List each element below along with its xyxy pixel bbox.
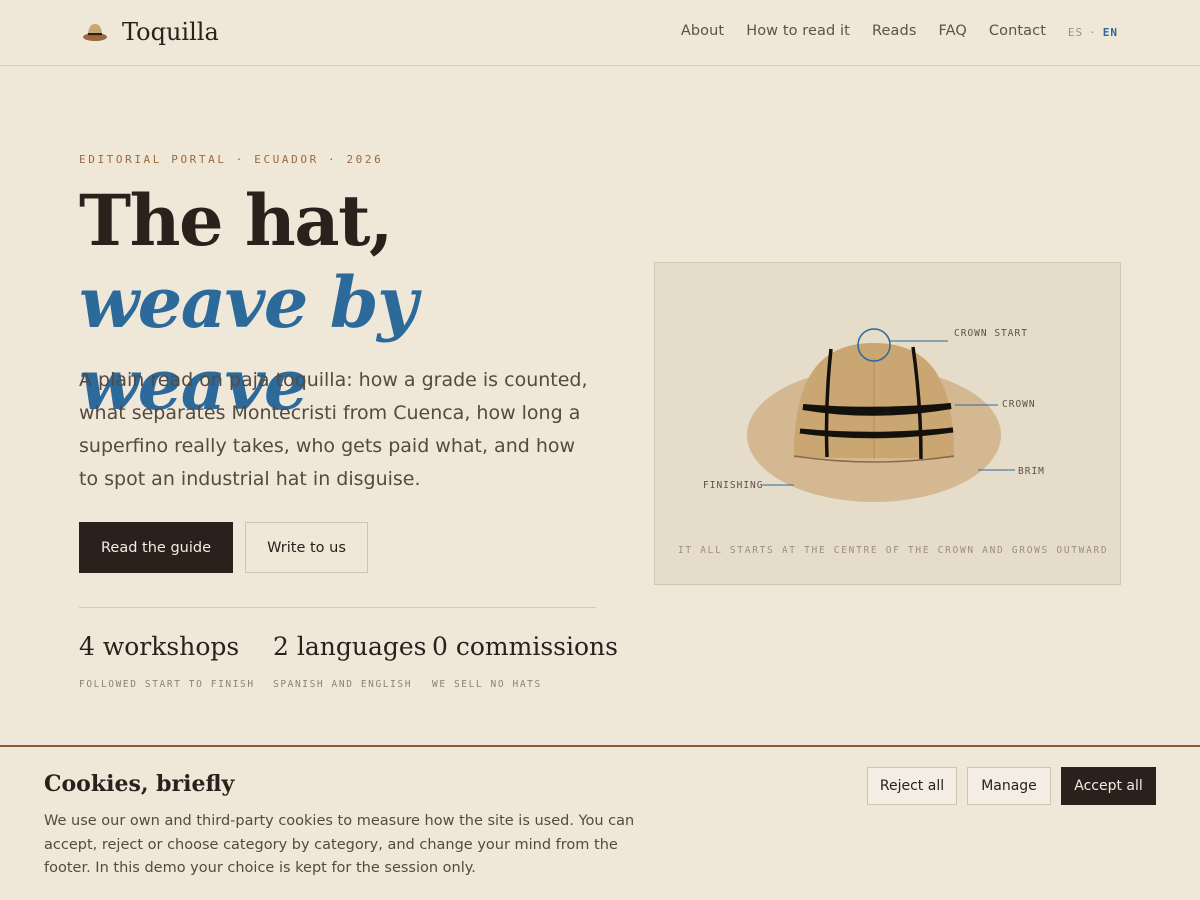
nav-faq[interactable]: FAQ — [938, 23, 966, 39]
site-header: Toquilla About How to read it Reads FAQ … — [0, 0, 1200, 66]
hat-icon — [83, 24, 107, 41]
hat-diagram: CROWN START CROWN BRIM FINISHING IT ALL … — [654, 262, 1121, 585]
read-guide-button[interactable]: Read the guide — [79, 522, 233, 573]
brand-logo-link[interactable]: Toquilla — [82, 18, 219, 46]
stat-languages: 2 languages SPANISH AND ENGLISH — [273, 632, 427, 690]
accept-all-button[interactable]: Accept all — [1061, 767, 1156, 805]
stat-commissions: 0 commissions WE SELL NO HATS — [432, 632, 618, 690]
hero-divider — [79, 607, 596, 608]
label-brim: BRIM — [1018, 466, 1045, 477]
stat-value: 2 languages — [273, 632, 427, 661]
main-nav: About How to read it Reads FAQ Contact — [659, 23, 1046, 39]
nav-about[interactable]: About — [681, 23, 724, 39]
stat-value: 4 workshops — [79, 632, 240, 661]
lang-separator: · — [1089, 26, 1097, 39]
hat-illustration — [747, 328, 1015, 502]
label-finishing: FINISHING — [703, 480, 764, 491]
reject-all-button[interactable]: Reject all — [867, 767, 957, 805]
cookie-banner: Cookies, briefly We use our own and thir… — [0, 745, 1200, 900]
nav-contact[interactable]: Contact — [989, 23, 1046, 39]
hero-eyebrow: EDITORIAL PORTAL · ECUADOR · 2026 — [79, 153, 384, 166]
headline-plain: The hat, — [79, 179, 393, 262]
manage-cookies-button[interactable]: Manage — [967, 767, 1051, 805]
hero-lede: A plain read on paja toquilla: how a gra… — [79, 369, 588, 490]
brand-name: Toquilla — [122, 18, 219, 46]
stat-label: WE SELL NO HATS — [432, 679, 542, 690]
lang-es[interactable]: ES — [1068, 26, 1083, 39]
stat-workshops: 4 workshops FOLLOWED START TO FINISH — [79, 632, 255, 690]
label-crown: CROWN — [1002, 399, 1036, 410]
cookie-title: Cookies, briefly — [44, 771, 235, 797]
lang-en[interactable]: EN — [1103, 26, 1118, 39]
nav-reads[interactable]: Reads — [872, 23, 917, 39]
language-switcher: ES · EN — [1068, 26, 1118, 39]
cookie-text: We use our own and third-party cookies t… — [44, 813, 635, 876]
figure-caption: IT ALL STARTS AT THE CENTRE OF THE CROWN… — [678, 545, 1109, 556]
stat-value: 0 commissions — [432, 632, 618, 661]
stat-label: SPANISH AND ENGLISH — [273, 679, 413, 690]
write-to-us-button[interactable]: Write to us — [245, 522, 368, 573]
nav-how-to-read-it[interactable]: How to read it — [746, 23, 850, 39]
stat-label: FOLLOWED START TO FINISH — [79, 679, 255, 690]
label-crown-start: CROWN START — [954, 328, 1028, 339]
